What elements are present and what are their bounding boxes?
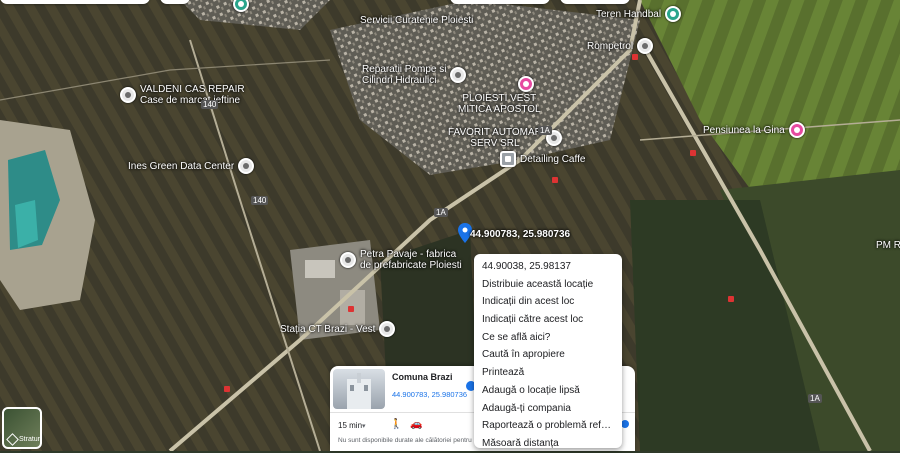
cafe-icon	[500, 151, 516, 167]
poi-valdeni[interactable]: VALDENI CAS REPAIR Case de marcat ieftin…	[120, 84, 245, 106]
road-badge: 140	[251, 196, 269, 205]
data-center-icon	[238, 158, 255, 174]
place-icon	[120, 87, 136, 103]
menu-print[interactable]: Printează	[474, 364, 622, 382]
road-marker	[728, 296, 734, 302]
poi-pm-label: PM Ra	[876, 240, 900, 251]
poi-pensiunea-label: Pensiunea la Gina	[703, 124, 785, 136]
menu-directions-to[interactable]: Indicații către acest loc	[474, 311, 622, 329]
poi-petra-line1: Petra Pavaje - fabrica	[360, 249, 457, 260]
poi-reparatii-line1: Reparatii Pompe si	[362, 64, 447, 75]
station-icon	[379, 321, 396, 337]
poi-teren-label: Teren Handbal	[596, 8, 662, 20]
duration-select[interactable]: 15 min	[338, 421, 362, 430]
context-menu: 44.90038, 25.98137 Distribuie această lo…	[474, 254, 622, 449]
poi-servicii-label: Servicii Curatenie Ploiesti	[360, 15, 474, 26]
marker-icon	[233, 0, 249, 12]
factory-icon	[340, 252, 356, 268]
poi-pensiunea[interactable]: Pensiunea la Gina	[703, 122, 805, 138]
poi-valdeni-line2: Case de marcat ieftine	[140, 95, 241, 106]
layers-icon	[6, 433, 19, 446]
poi-petra[interactable]: Petra Pavaje - fabrica de prefabricate P…	[340, 249, 462, 271]
poi-favorit-line2: SERV SRL	[470, 138, 520, 149]
gas-station-icon	[637, 38, 654, 54]
road-badge: 1A	[808, 394, 822, 403]
road-badge: 140	[201, 100, 219, 109]
poi-rompetrol-label: Rompetrol	[587, 40, 634, 52]
lodging-icon	[788, 122, 805, 138]
poi-ploiesti-vest-line2: MITICA APOSTOL	[458, 104, 541, 115]
dropped-pin-label: 44.900783, 25.980736	[470, 229, 571, 240]
road-marker	[690, 150, 696, 156]
poi-petra-line2: de prefabricate Ploiesti	[360, 260, 462, 271]
poi-detailing[interactable]: Detailing Caffe	[500, 151, 585, 167]
poi-rompetrol[interactable]: Rompetrol	[587, 38, 654, 54]
layers-label: Straturi	[19, 436, 42, 443]
poi-favorit-line1: FAVORIT AUTOMAR	[448, 127, 542, 138]
poi-ploiesti-vest-marker[interactable]	[518, 76, 534, 92]
menu-add-missing-place[interactable]: Adaugă o locație lipsă	[474, 382, 622, 400]
blue-dot-icon[interactable]	[621, 420, 629, 428]
menu-add-business[interactable]: Adaugă-ți compania	[474, 400, 622, 418]
poi-statia-label: Stația CT Brazi - Vest	[280, 323, 376, 335]
menu-measure-distance[interactable]: Măsoară distanța	[474, 435, 622, 453]
repair-icon	[450, 67, 467, 83]
pink-place-icon	[518, 76, 534, 92]
menu-coords[interactable]: 44.90038, 25.98137	[474, 258, 622, 276]
place-title[interactable]: Comuna Brazi	[392, 372, 453, 382]
road-marker	[632, 54, 638, 60]
poi-valdeni-line1: VALDENI CAS REPAIR	[140, 84, 245, 95]
sports-icon	[665, 6, 682, 22]
poi-ploiesti-vest[interactable]: PLOIESTI VEST MITICA APOSTOL	[458, 93, 541, 115]
top-chip-4[interactable]	[560, 0, 630, 4]
top-chip-3[interactable]	[450, 0, 550, 4]
top-marker[interactable]	[233, 0, 249, 12]
place-thumbnail[interactable]	[333, 369, 385, 409]
car-icon[interactable]: 🚗	[410, 419, 422, 430]
road-badge: 1A	[538, 126, 552, 135]
poi-ines[interactable]: Ines Green Data Center	[128, 158, 255, 174]
poi-ines-label: Ines Green Data Center	[128, 160, 235, 172]
road-marker	[552, 177, 558, 183]
poi-detailing-label: Detailing Caffe	[520, 153, 586, 165]
menu-whats-here[interactable]: Ce se află aici?	[474, 329, 622, 347]
place-coords[interactable]: 44.900783, 25.980736	[392, 390, 467, 399]
road-marker	[348, 306, 354, 312]
menu-report-problem[interactable]: Raportează o problemă referito...	[474, 417, 622, 435]
road-marker	[224, 386, 230, 392]
top-chip-1[interactable]	[0, 0, 150, 4]
poi-ploiesti-vest-line1: PLOIESTI VEST	[462, 93, 537, 104]
poi-statia[interactable]: Stația CT Brazi - Vest	[280, 321, 396, 337]
poi-pm[interactable]: PM Ra	[876, 240, 900, 251]
poi-reparatii-line2: Cilindri Hidraulici	[362, 75, 437, 86]
road-badge: 1A	[434, 208, 448, 217]
poi-teren[interactable]: Teren Handbal	[596, 6, 682, 22]
walking-icon[interactable]: 🚶	[390, 419, 402, 430]
menu-directions-from[interactable]: Indicații din acest loc	[474, 293, 622, 311]
chevron-down-icon[interactable]: ▾	[362, 422, 366, 430]
travel-note: Nu sunt disponibile durate ale călătorie…	[338, 437, 472, 444]
poi-reparatii[interactable]: Reparatii Pompe si Cilindri Hidraulici	[362, 64, 467, 86]
menu-search-nearby[interactable]: Caută în apropiere	[474, 346, 622, 364]
layers-button[interactable]: Straturi	[2, 407, 42, 449]
top-chip-2[interactable]	[160, 0, 190, 4]
menu-share[interactable]: Distribuie această locație	[474, 276, 622, 294]
poi-servicii[interactable]: Servicii Curatenie Ploiesti	[360, 15, 473, 26]
